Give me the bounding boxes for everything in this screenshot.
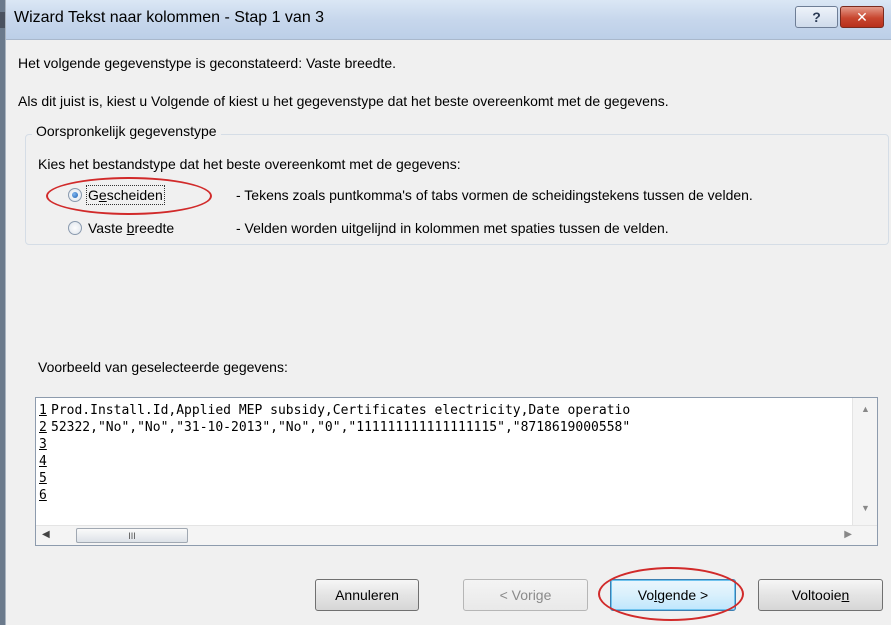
preview-line: 5 xyxy=(39,471,47,486)
preview-line: 4 xyxy=(39,454,47,469)
preview-horizontal-scrollbar[interactable]: ◀ III ▶ xyxy=(36,525,877,545)
horizontal-scroll-thumb[interactable]: III xyxy=(76,528,188,543)
radio-fixed-width-indicator[interactable] xyxy=(68,221,82,235)
close-icon: ✕ xyxy=(856,8,868,25)
preview-line: 3 xyxy=(39,437,47,452)
scroll-down-icon[interactable]: ▼ xyxy=(861,503,870,513)
scroll-right-icon[interactable]: ▶ xyxy=(844,529,852,540)
title-bar[interactable]: Wizard Tekst naar kolommen - Stap 1 van … xyxy=(6,0,891,40)
instruction-text: Als dit juist is, kiest u Volgende of ki… xyxy=(18,93,669,109)
preview-line: 6 xyxy=(39,488,47,503)
preview-line: 2 52322,"No","No","31-10-2013","No","0","… xyxy=(39,420,631,435)
text-to-columns-wizard-dialog: Wizard Tekst naar kolommen - Stap 1 van … xyxy=(5,0,891,625)
fixed-width-description: - Velden worden uitgelijnd in kolommen m… xyxy=(236,220,669,236)
finish-button[interactable]: Voltooie n xyxy=(758,579,883,611)
cancel-button[interactable]: Annuleren xyxy=(315,579,419,611)
radio-delimited[interactable]: Gescheiden xyxy=(68,184,165,206)
radio-fixed-width[interactable]: Vaste breedte xyxy=(68,217,174,239)
file-type-prompt: Kies het bestandstype dat het beste over… xyxy=(38,156,461,172)
group-legend: Oorspronkelijk gegevenstype xyxy=(32,123,221,139)
radio-fixed-width-label[interactable]: Vaste breedte xyxy=(88,220,174,236)
window-title: Wizard Tekst naar kolommen - Stap 1 van … xyxy=(14,9,325,26)
data-preview[interactable]: 1 Prod.Install.Id,Applied MEP subsidy,Cer… xyxy=(35,397,878,546)
help-icon: ? xyxy=(812,9,821,25)
delimited-description: - Tekens zoals puntkomma's of tabs vorme… xyxy=(236,187,753,203)
preview-lines: 1 Prod.Install.Id,Applied MEP subsidy,Cer… xyxy=(36,402,851,524)
close-button[interactable]: ✕ xyxy=(840,6,884,28)
radio-delimited-label[interactable]: Gescheiden xyxy=(86,185,165,205)
preview-label: Voorbeeld van geselecteerde gegevens: xyxy=(38,359,288,375)
help-button[interactable]: ? xyxy=(795,6,838,28)
preview-line: 1 Prod.Install.Id,Applied MEP subsidy,Cer… xyxy=(39,403,631,418)
detected-type-text: Het volgende gegevenstype is geconstatee… xyxy=(18,55,396,71)
back-button[interactable]: < Vorige xyxy=(463,579,588,611)
preview-vertical-scrollbar[interactable]: ▲ ▼ xyxy=(852,398,877,527)
scroll-left-icon[interactable]: ◀ xyxy=(42,529,50,540)
next-button[interactable]: Vo l gende > xyxy=(610,579,736,611)
scroll-up-icon[interactable]: ▲ xyxy=(861,404,870,414)
radio-delimited-indicator[interactable] xyxy=(68,188,82,202)
